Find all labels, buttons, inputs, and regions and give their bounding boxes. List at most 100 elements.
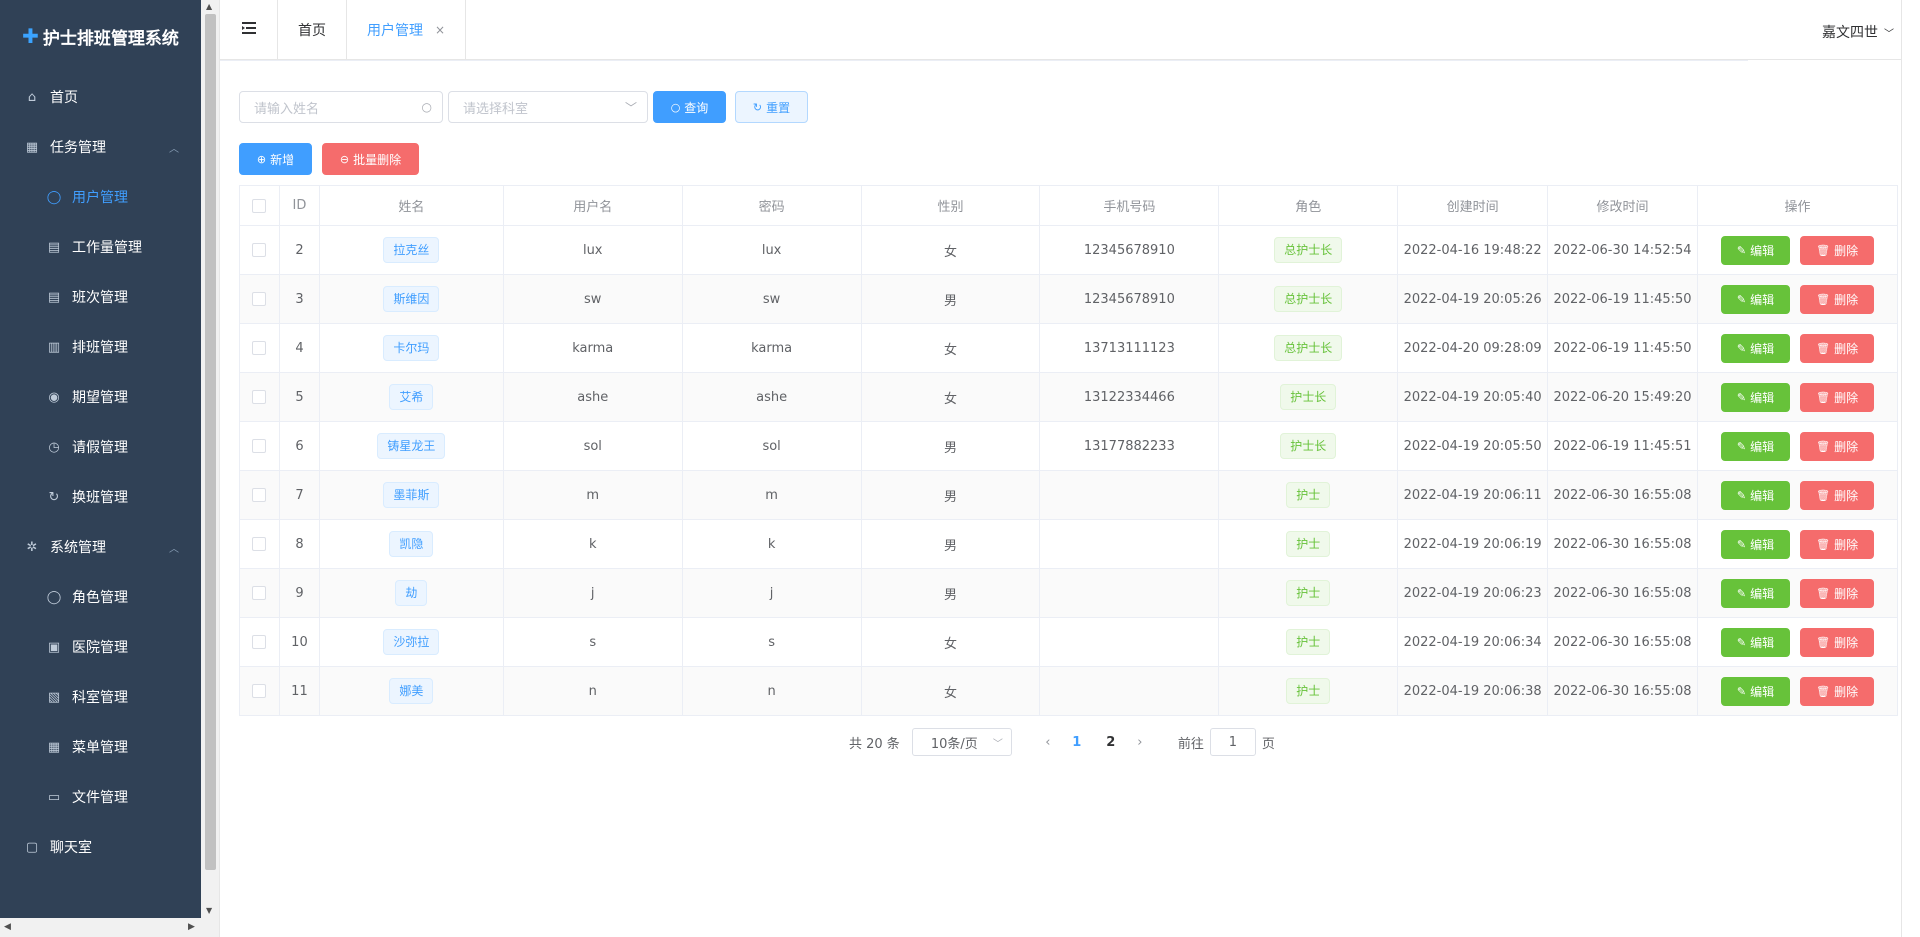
goto-page-input[interactable]: 1 <box>1209 728 1256 756</box>
cell-created: 2022-04-19 20:05:40 <box>1397 372 1549 422</box>
row-checkbox[interactable] <box>252 243 267 257</box>
edit-button[interactable]: ✎ 编辑 <box>1720 529 1791 559</box>
select-all-checkbox[interactable] <box>252 198 267 213</box>
column-header[interactable]: 手机号码 <box>1039 185 1220 226</box>
row-checkbox[interactable] <box>252 684 267 698</box>
cell-role: 护士 <box>1218 666 1399 716</box>
sidebar-item[interactable]: ◉ 期望管理 <box>0 372 201 422</box>
scroll-left-icon[interactable]: ◀ <box>4 922 11 932</box>
edit-button[interactable]: ✎ 编辑 <box>1720 627 1791 657</box>
cell-name: 拉克丝 <box>318 225 504 275</box>
row-checkbox[interactable] <box>252 341 267 355</box>
edit-button[interactable]: ✎ 编辑 <box>1720 235 1791 265</box>
column-header[interactable]: 角色 <box>1218 185 1399 226</box>
trash-icon: 🗑 <box>1816 684 1831 698</box>
sidebar-item[interactable]: ▧ 科室管理 <box>0 672 201 722</box>
edit-button[interactable]: ✎ 编辑 <box>1720 333 1791 363</box>
page-number[interactable]: 2 <box>1094 735 1128 750</box>
scrollbar-thumb[interactable] <box>205 14 216 870</box>
sidebar-scrollbar[interactable]: ▲ ▼ <box>201 0 220 937</box>
role-tag: 护士 <box>1286 580 1331 606</box>
row-checkbox[interactable] <box>252 537 267 551</box>
delete-button[interactable]: 🗑 删除 <box>1800 235 1875 265</box>
scroll-right-icon[interactable]: ▶ <box>188 922 195 932</box>
name-tag: 铸星龙王 <box>377 433 446 459</box>
prev-page-button[interactable]: ‹ <box>1036 735 1060 750</box>
delete-button[interactable]: 🗑 删除 <box>1800 627 1875 657</box>
edit-icon: ✎ <box>1736 635 1747 649</box>
cell-name: 劫 <box>318 568 504 618</box>
sidebar-item[interactable]: ◷ 请假管理 <box>0 422 201 472</box>
column-header: 操作 <box>1696 185 1899 226</box>
row-checkbox[interactable] <box>252 488 267 502</box>
cell-password: s <box>681 617 862 667</box>
reset-button[interactable]: ↻ 重置 <box>735 91 808 123</box>
main-scrollbar[interactable] <box>1901 0 1920 937</box>
page-size-select[interactable]: 10条/页 ﹀ <box>911 728 1012 756</box>
sidebar-item[interactable]: ▦ 菜单管理 <box>0 722 201 772</box>
department-select[interactable]: 请选择科室 ﹀ <box>448 91 648 123</box>
user-name: 嘉文四世 <box>1822 25 1878 41</box>
cell-modified: 2022-06-30 16:55:08 <box>1547 568 1698 618</box>
user-dropdown[interactable]: 嘉文四世 ﹀ <box>1822 22 1894 42</box>
column-header[interactable]: 修改时间 <box>1547 185 1698 226</box>
batch-delete-button[interactable]: ⊖ 批量删除 <box>322 143 419 175</box>
minus-circle-icon: ⊖ <box>339 152 350 166</box>
column-header[interactable]: 姓名 <box>318 185 504 226</box>
column-header[interactable]: ID <box>278 185 320 226</box>
delete-button[interactable]: 🗑 删除 <box>1800 480 1875 510</box>
sidebar-item[interactable]: ◯ 角色管理 <box>0 572 201 622</box>
menu-toggle-icon[interactable] <box>242 21 256 35</box>
sidebar-item[interactable]: ▣ 医院管理 <box>0 622 201 672</box>
sidebar-item[interactable]: ▤ 班次管理 <box>0 272 201 322</box>
delete-button[interactable]: 🗑 删除 <box>1800 676 1875 706</box>
edit-button[interactable]: ✎ 编辑 <box>1720 284 1791 314</box>
name-search-input[interactable]: 请输入姓名 ○ <box>239 91 443 123</box>
delete-button[interactable]: 🗑 删除 <box>1800 578 1875 608</box>
delete-button[interactable]: 🗑 删除 <box>1800 333 1875 363</box>
tab-home[interactable]: 首页 <box>278 0 347 60</box>
query-button[interactable]: ○ 查询 <box>653 91 726 123</box>
cell-created: 2022-04-19 20:06:11 <box>1397 470 1549 520</box>
sidebar-item[interactable]: ▢ 聊天室 <box>0 822 201 872</box>
row-checkbox[interactable] <box>252 292 267 306</box>
close-icon[interactable]: × <box>435 23 445 37</box>
sidebar-item[interactable]: ▥ 排班管理 <box>0 322 201 372</box>
cell-password: sw <box>681 274 862 324</box>
edit-button[interactable]: ✎ 编辑 <box>1720 676 1791 706</box>
column-header[interactable]: 密码 <box>681 185 862 226</box>
column-header[interactable]: 创建时间 <box>1397 185 1549 226</box>
row-checkbox[interactable] <box>252 635 267 649</box>
sidebar-item[interactable]: ✲ 系统管理 ︿ <box>0 522 201 572</box>
edit-button[interactable]: ✎ 编辑 <box>1720 431 1791 461</box>
sidebar-item[interactable]: ▦ 任务管理 ︿ <box>0 122 201 172</box>
edit-button[interactable]: ✎ 编辑 <box>1720 480 1791 510</box>
column-header[interactable]: 用户名 <box>502 185 683 226</box>
sidebar-horizontal-scrollbar[interactable]: ◀ ▶ <box>0 918 201 937</box>
page-number[interactable]: 1 <box>1060 735 1094 750</box>
delete-button[interactable]: 🗑 删除 <box>1800 431 1875 461</box>
sidebar-item[interactable]: ⌂ 首页 <box>0 72 201 122</box>
delete-button[interactable]: 🗑 删除 <box>1800 529 1875 559</box>
sidebar-item[interactable]: ▭ 文件管理 <box>0 772 201 822</box>
sidebar-item[interactable]: ↻ 换班管理 <box>0 472 201 522</box>
delete-button[interactable]: 🗑 删除 <box>1800 284 1875 314</box>
next-page-button[interactable]: › <box>1128 735 1152 750</box>
sidebar-item[interactable]: ◯ 用户管理 <box>0 172 201 222</box>
sidebar-item[interactable]: ▤ 工作量管理 <box>0 222 201 272</box>
row-checkbox[interactable] <box>252 390 267 404</box>
edit-button[interactable]: ✎ 编辑 <box>1720 578 1791 608</box>
edit-button[interactable]: ✎ 编辑 <box>1720 382 1791 412</box>
add-button[interactable]: ⊕ 新增 <box>239 143 312 175</box>
column-header[interactable]: 性别 <box>860 185 1041 226</box>
row-checkbox[interactable] <box>252 439 267 453</box>
scroll-down-icon[interactable]: ▼ <box>206 906 212 915</box>
sidebar-item-label: 角色管理 <box>72 590 128 606</box>
tab-user-management[interactable]: 用户管理 × <box>347 0 467 60</box>
table-row: 7 墨菲斯 m m 男护士 2022-04-19 20:06:11 2022-06-30 1… <box>239 470 1899 520</box>
page-tabs: 首页 用户管理 × <box>277 0 467 60</box>
scroll-up-icon[interactable]: ▲ <box>206 2 212 11</box>
delete-button[interactable]: 🗑 删除 <box>1800 382 1875 412</box>
edit-icon: ✎ <box>1736 439 1747 453</box>
row-checkbox[interactable] <box>252 586 267 600</box>
